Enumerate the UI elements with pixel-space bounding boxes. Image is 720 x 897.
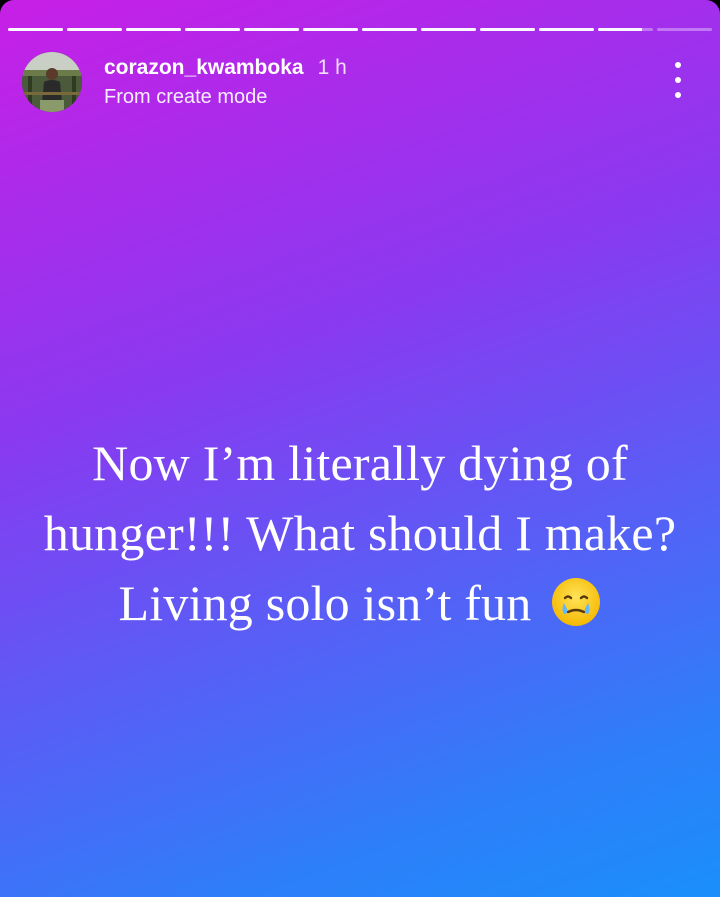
story-progress-fill	[8, 28, 63, 31]
story-progress-segment	[539, 28, 594, 31]
more-vertical-icon-dot	[675, 77, 681, 83]
story-progress-fill	[185, 28, 240, 31]
story-progress-segment	[244, 28, 299, 31]
story-progress-segment	[8, 28, 63, 31]
story-progress-bar	[8, 28, 712, 31]
story-progress-segment	[303, 28, 358, 31]
post-time: 1 h	[317, 56, 347, 79]
story-progress-fill	[539, 28, 594, 31]
teary-smile-emoji-icon	[550, 576, 602, 646]
avatar[interactable]	[22, 52, 82, 112]
more-options-button[interactable]	[666, 62, 690, 98]
story-progress-segment	[126, 28, 181, 31]
story-progress-fill	[67, 28, 122, 31]
story-header: corazon_kwamboka 1 h From create mode	[22, 50, 698, 114]
story-progress-fill	[244, 28, 299, 31]
story-progress-fill	[126, 28, 181, 31]
avatar-photo	[22, 52, 82, 112]
story-view[interactable]: corazon_kwamboka 1 h From create mode No…	[0, 0, 720, 897]
story-progress-segment	[657, 28, 712, 31]
story-progress-segment	[421, 28, 476, 31]
story-source-label[interactable]: From create mode	[104, 86, 347, 108]
story-progress-segment	[185, 28, 240, 31]
story-user-line: corazon_kwamboka 1 h	[104, 56, 347, 80]
username[interactable]: corazon_kwamboka	[104, 56, 304, 80]
story-meta: corazon_kwamboka 1 h From create mode	[104, 56, 347, 108]
story-progress-segment	[480, 28, 535, 31]
more-vertical-icon-dot	[675, 92, 681, 98]
story-progress-fill	[362, 28, 417, 31]
story-caption: Now I’m literally dying of hunger!!! Wha…	[40, 428, 680, 646]
story-progress-fill	[598, 28, 642, 31]
story-progress-segment	[362, 28, 417, 31]
story-progress-fill	[421, 28, 476, 31]
story-progress-fill	[480, 28, 535, 31]
story-progress-segment	[67, 28, 122, 31]
story-progress-fill	[303, 28, 358, 31]
more-vertical-icon	[675, 62, 681, 68]
story-progress-segment	[598, 28, 653, 31]
